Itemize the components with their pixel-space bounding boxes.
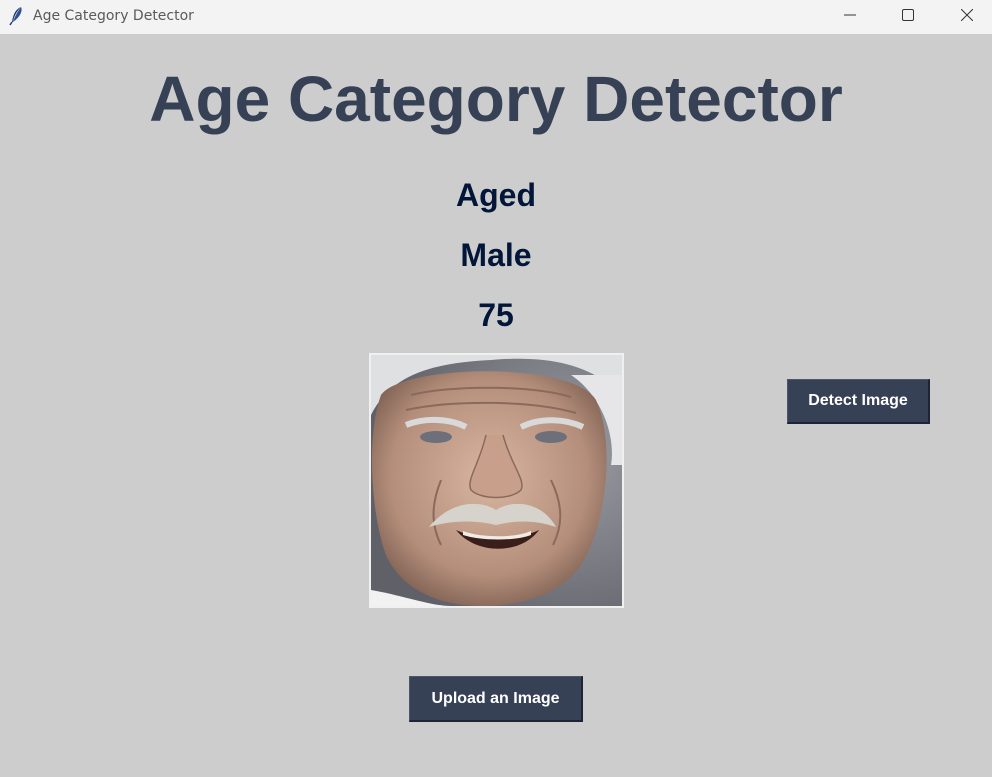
app-window: Age Category Detector Age Category Detec… (0, 0, 992, 777)
minimize-icon[interactable] (827, 0, 873, 30)
upload-image-button[interactable]: Upload an Image (409, 676, 583, 722)
window-title: Age Category Detector (33, 8, 194, 24)
gender-label: Male (460, 237, 532, 273)
title-bar[interactable]: Age Category Detector (0, 0, 992, 34)
feather-icon (8, 6, 26, 26)
uploaded-face-image (369, 353, 624, 608)
detect-image-button[interactable]: Detect Image (787, 379, 930, 424)
age-category-label: Aged (456, 177, 536, 213)
page-heading: Age Category Detector (149, 63, 843, 135)
maximize-icon[interactable] (885, 0, 931, 30)
close-icon[interactable] (944, 0, 990, 30)
age-value-label: 75 (478, 297, 514, 333)
